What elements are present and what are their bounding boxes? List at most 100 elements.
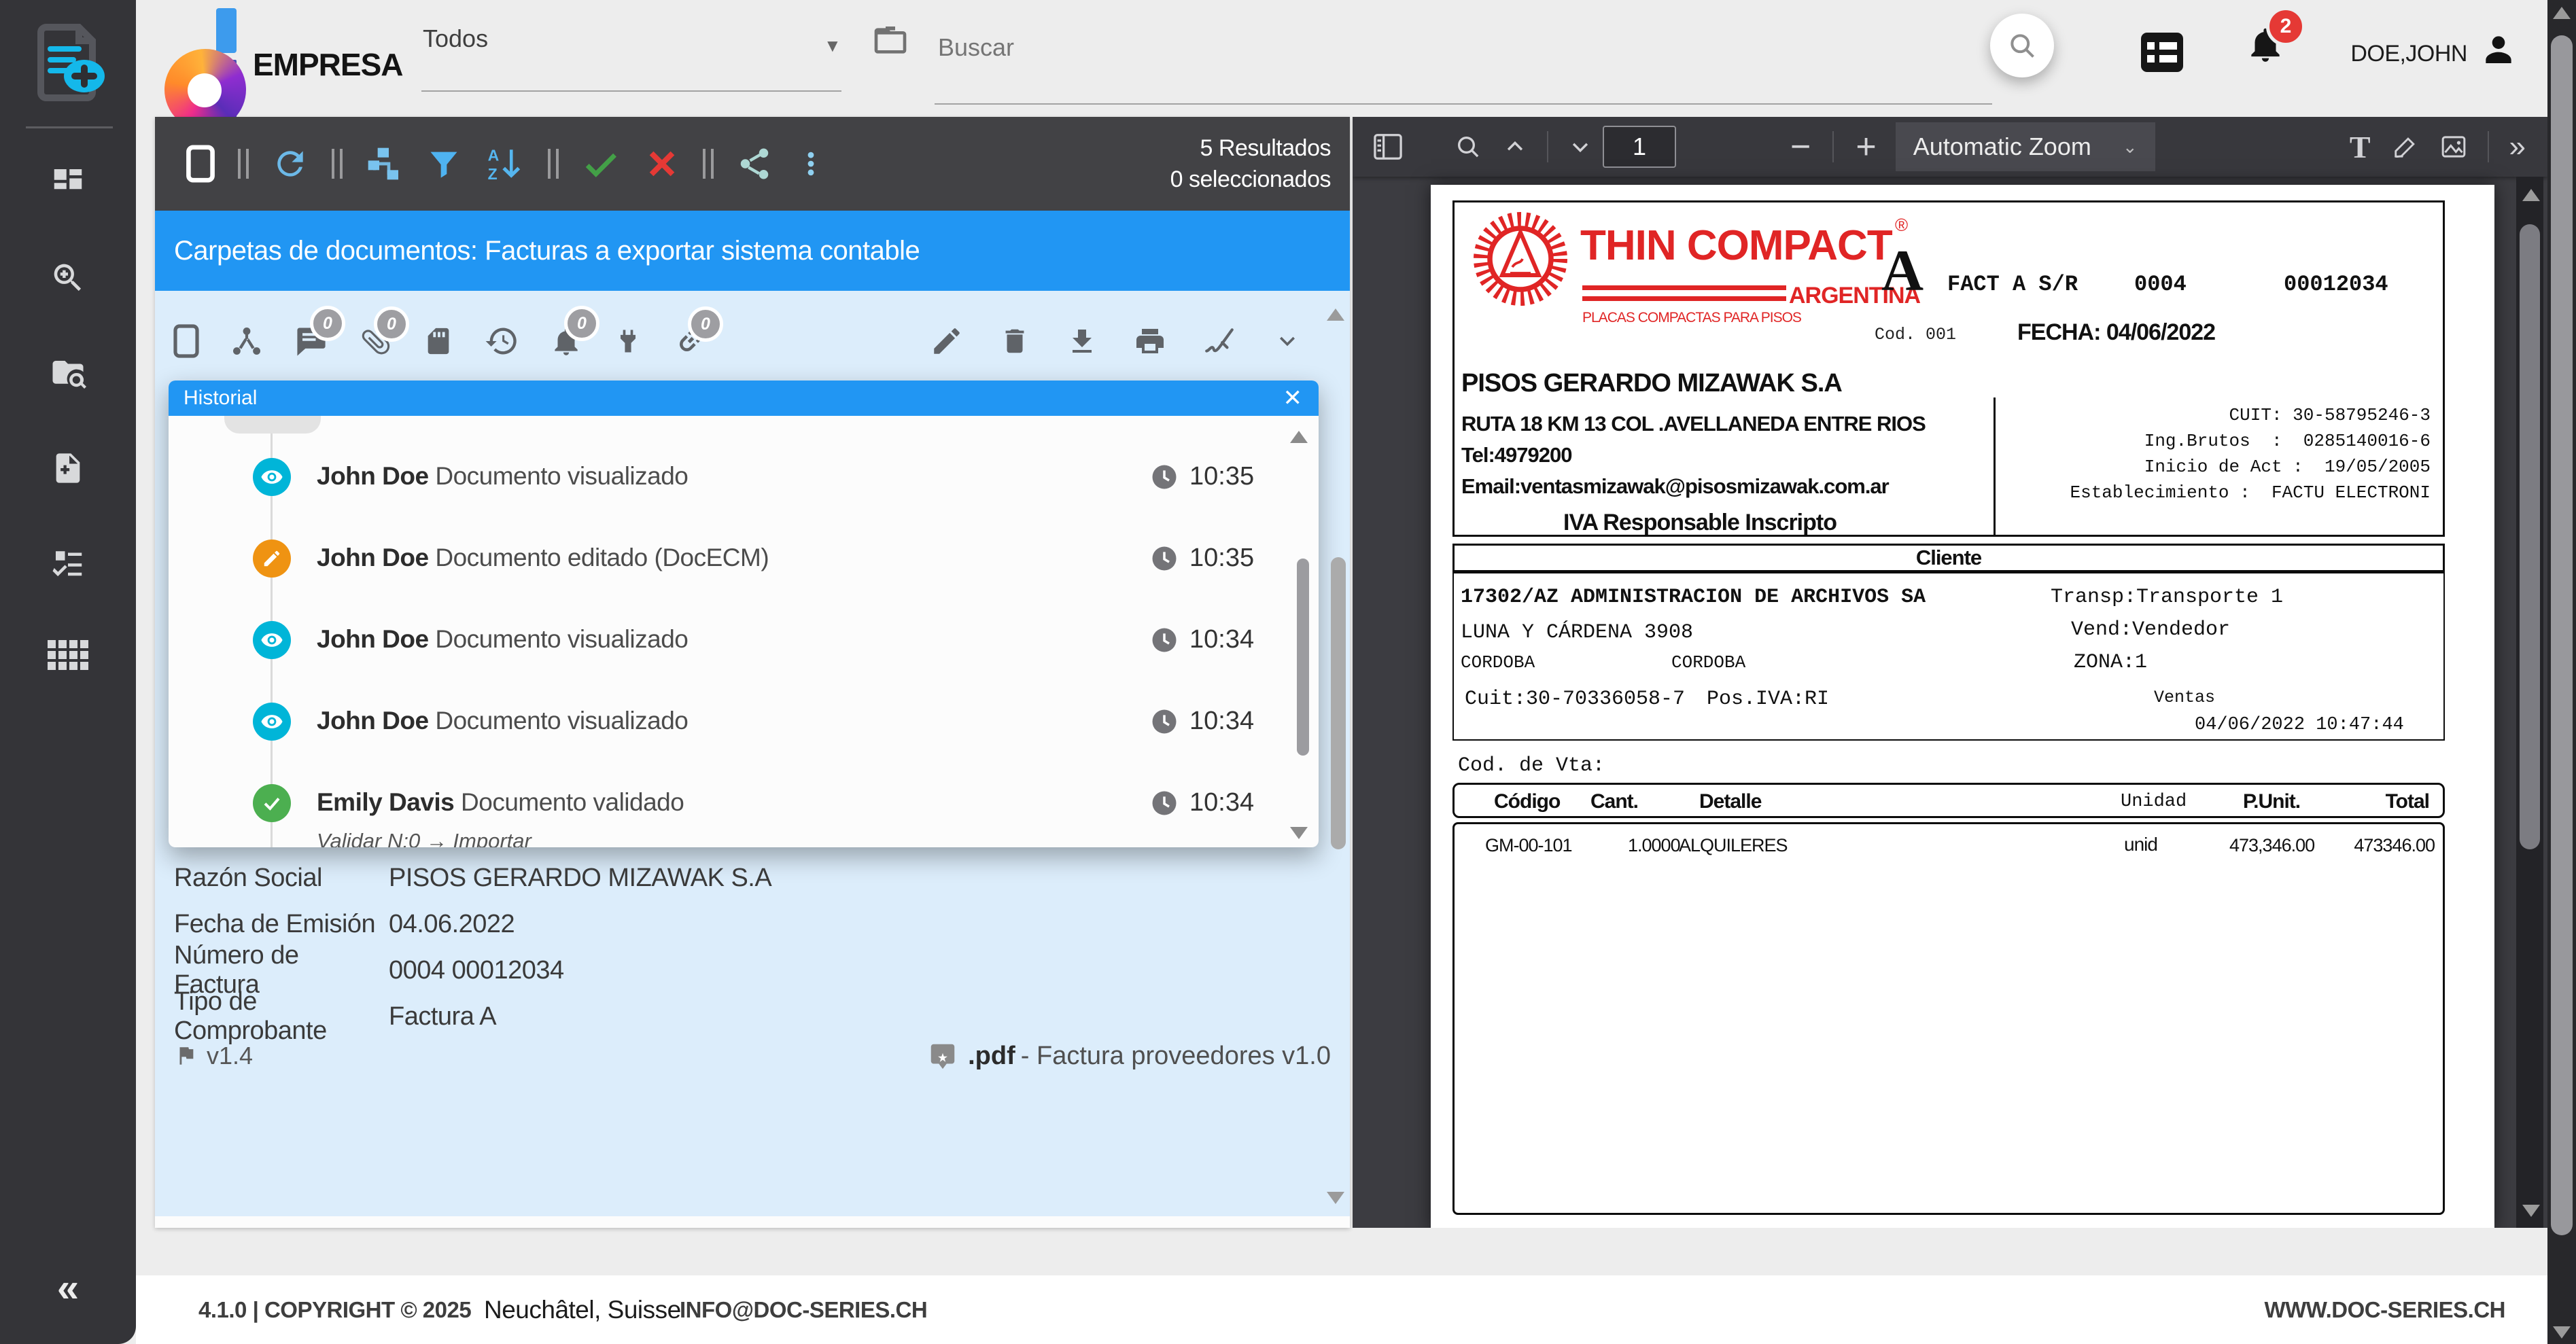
search-button[interactable] bbox=[1990, 14, 2054, 77]
app-scrollbar-thumb[interactable] bbox=[2551, 35, 2573, 1235]
app-logo-new-document-icon[interactable] bbox=[0, 19, 136, 106]
panel-scrollbar-thumb[interactable] bbox=[1331, 557, 1346, 849]
expand-chevron-icon[interactable] bbox=[1272, 326, 1302, 356]
reject-x-icon[interactable] bbox=[644, 145, 680, 182]
cell-codigo: GM-00-101 bbox=[1485, 835, 1572, 856]
tree-view-icon[interactable] bbox=[365, 145, 403, 183]
pdf-page-number-input[interactable] bbox=[1603, 126, 1676, 168]
approve-check-icon[interactable] bbox=[581, 144, 621, 183]
pdf-zoom-select[interactable]: Automatic Zoom ⌄ bbox=[1896, 122, 2155, 171]
sidebar-item-add-document[interactable] bbox=[0, 450, 136, 487]
sidebar-item-apps-grid[interactable] bbox=[0, 639, 136, 671]
panel-scroll-up-icon[interactable] bbox=[1327, 308, 1344, 321]
pdf-text-tool[interactable]: T bbox=[2350, 129, 2371, 165]
user-avatar-icon[interactable] bbox=[2479, 30, 2518, 68]
sidebar-item-task-list[interactable] bbox=[0, 544, 136, 580]
queue-view-button[interactable] bbox=[2141, 33, 2183, 72]
storage-card-icon[interactable] bbox=[423, 323, 454, 359]
print-icon[interactable] bbox=[1134, 324, 1166, 358]
pdf-sidebar-toggle-icon[interactable] bbox=[1373, 133, 1403, 160]
results-count: 5 Resultados bbox=[1170, 132, 1331, 164]
app-root: « EMPRESA Todos ▼ 2 D bbox=[0, 0, 2576, 1344]
invoice-table-header: Código Cant. Detalle Unidad P.Unit. Tota… bbox=[1452, 783, 2445, 818]
popup-scrollbar-thumb[interactable] bbox=[1297, 559, 1309, 756]
filter-icon[interactable] bbox=[426, 145, 462, 183]
pdf-prev-page-icon[interactable] bbox=[1503, 135, 1527, 158]
pdf-zoom-out-icon[interactable]: − bbox=[1790, 129, 1811, 164]
app-scroll-down-icon[interactable] bbox=[2553, 1326, 2571, 1339]
links-icon[interactable]: 0 bbox=[673, 324, 707, 358]
sidebar-item-zoom-search[interactable] bbox=[0, 260, 136, 296]
doc-select-checkbox[interactable] bbox=[173, 323, 200, 359]
invoice-client-header-box: Cliente bbox=[1452, 544, 2445, 572]
refresh-icon[interactable] bbox=[271, 145, 309, 183]
pdf-scrollbar-thumb[interactable] bbox=[2520, 224, 2540, 849]
notification-count-badge[interactable]: 2 bbox=[2266, 7, 2305, 46]
pdf-scrollbar[interactable] bbox=[2516, 177, 2543, 1228]
connector-plug-icon[interactable] bbox=[613, 323, 643, 359]
invoice-header-divider bbox=[1994, 397, 1996, 537]
scope-select[interactable]: Todos bbox=[423, 24, 488, 53]
popup-scroll-up-icon[interactable] bbox=[1290, 431, 1308, 443]
doc-notifications-count-badge: 0 bbox=[564, 306, 599, 341]
sidebar-item-folder-search[interactable] bbox=[0, 355, 136, 391]
client-cuit: Cuit:30-70336058-7 bbox=[1465, 688, 1685, 711]
edit-pencil-icon[interactable] bbox=[930, 324, 964, 358]
doc-notifications-icon[interactable]: 0 bbox=[549, 323, 583, 359]
app-scrollbar[interactable] bbox=[2547, 0, 2576, 1344]
popup-scroll-down-icon[interactable] bbox=[1290, 827, 1308, 839]
folder-open-icon[interactable] bbox=[871, 22, 909, 60]
field-row: Razón Social PISOS GERARDO MIZAWAK S.A bbox=[174, 855, 1331, 901]
select-all-checkbox[interactable] bbox=[186, 144, 215, 183]
pdf-find-icon[interactable] bbox=[1455, 133, 1482, 160]
scope-select-caret-icon[interactable]: ▼ bbox=[824, 35, 841, 56]
footer-email[interactable]: INFO@DOC-SERIES.CH bbox=[680, 1275, 927, 1344]
search-underline bbox=[935, 103, 1992, 105]
field-value: 0004 00012034 bbox=[389, 956, 564, 985]
clock-icon bbox=[1150, 707, 1179, 736]
pdf-scroll-down-icon[interactable] bbox=[2522, 1205, 2540, 1217]
search-input[interactable] bbox=[937, 33, 1972, 63]
share-icon[interactable] bbox=[736, 145, 773, 182]
footer-website[interactable]: WWW.DOC-SERIES.CH bbox=[2265, 1275, 2505, 1344]
pdf-scroll-up-icon[interactable] bbox=[2522, 189, 2540, 201]
history-action: Documento editado (DocECM) bbox=[435, 544, 769, 571]
document-card[interactable]: 1 0 0 bbox=[155, 1216, 1350, 1228]
eye-icon bbox=[253, 703, 291, 741]
history-action: Documento visualizado bbox=[435, 707, 688, 735]
sidebar-collapse-button[interactable]: « bbox=[0, 1265, 136, 1311]
document-card-selected[interactable]: 0 0 0 bbox=[155, 291, 1350, 1216]
download-icon[interactable] bbox=[1066, 324, 1098, 358]
more-options-icon[interactable] bbox=[796, 145, 826, 183]
field-value: Factura A bbox=[389, 1002, 496, 1031]
panel-scroll-down-icon[interactable] bbox=[1327, 1192, 1344, 1204]
sign-signature-icon[interactable] bbox=[1202, 324, 1237, 358]
delete-trash-icon[interactable] bbox=[999, 324, 1030, 358]
col-punit: P.Unit. bbox=[2243, 790, 2300, 813]
invoice-doc-type: FACT A S/R bbox=[1947, 272, 2078, 297]
pdf-next-page-icon[interactable] bbox=[1569, 135, 1592, 158]
app-scroll-up-icon[interactable] bbox=[2553, 7, 2571, 19]
attachments-count-badge: 0 bbox=[374, 306, 409, 342]
invoice-cod-vta: Cod. de Vta: bbox=[1458, 754, 1605, 777]
comments-icon[interactable]: 0 bbox=[294, 323, 329, 359]
attachments-icon[interactable]: 0 bbox=[359, 324, 393, 358]
pdf-draw-tool-icon[interactable] bbox=[2392, 134, 2418, 160]
history-popup-close-icon[interactable]: ✕ bbox=[1283, 385, 1303, 412]
pdf-more-tools[interactable]: » bbox=[2509, 130, 2523, 164]
workflow-icon[interactable] bbox=[230, 324, 264, 358]
svg-text:A: A bbox=[488, 146, 500, 164]
cell-punit: 473,346.00 bbox=[2229, 835, 2314, 856]
sort-az-icon[interactable]: AZ bbox=[485, 145, 525, 183]
sidebar-item-dashboard[interactable] bbox=[0, 163, 136, 200]
footer-location: Neuchâtel, Suisse bbox=[484, 1275, 681, 1344]
pdf-image-tool-icon[interactable] bbox=[2440, 133, 2467, 160]
history-popup: Historial ✕ John Doe Documento visualiza… bbox=[169, 381, 1319, 847]
invoice-brand-name: THIN COMPACT bbox=[1580, 222, 1892, 270]
history-icon[interactable] bbox=[484, 323, 519, 359]
user-name[interactable]: DOE,JOHN bbox=[2304, 41, 2467, 67]
file-desc[interactable]: Factura proveedores v1.0 bbox=[1037, 1042, 1331, 1071]
pdf-toolbar-separator bbox=[1832, 131, 1834, 162]
folder-breadcrumb-bar[interactable]: Carpetas de documentos: Facturas a expor… bbox=[155, 211, 1350, 291]
pdf-zoom-in-icon[interactable]: + bbox=[1856, 129, 1876, 164]
